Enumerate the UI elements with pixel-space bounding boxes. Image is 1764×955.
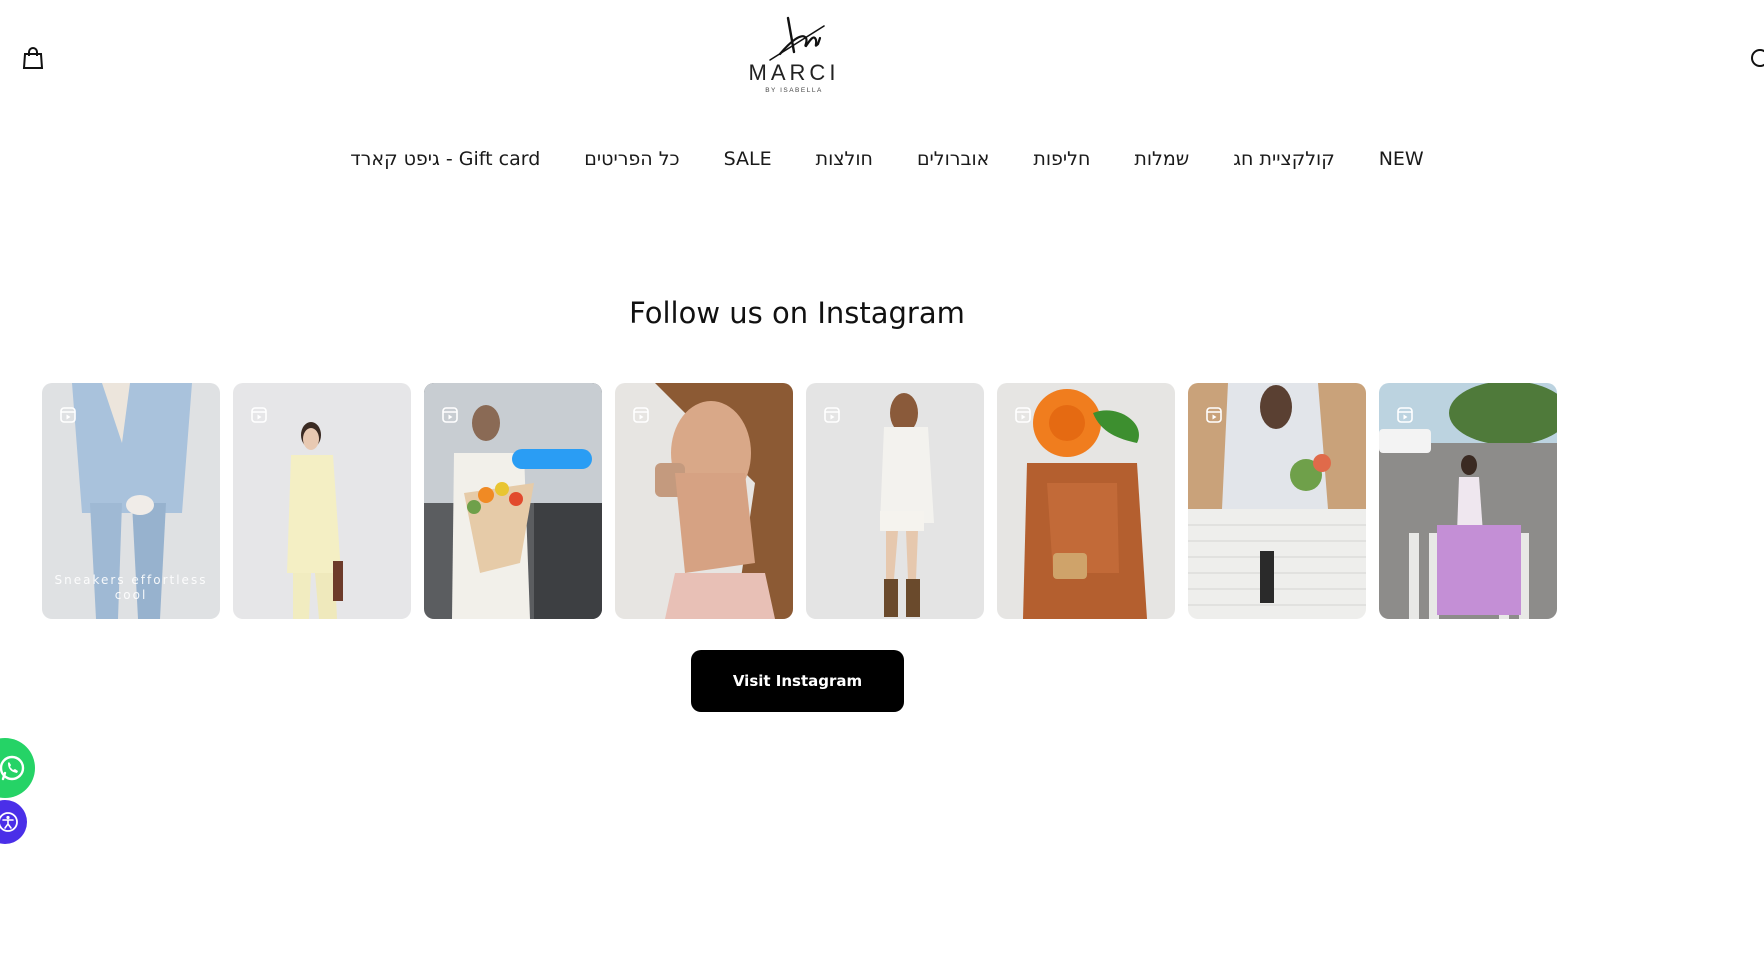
reel-icon [1397, 407, 1413, 423]
reel-icon [1015, 407, 1031, 423]
nav-item-sale[interactable]: SALE [724, 148, 772, 170]
instagram-feed: Sneakers effortless cool [42, 383, 1557, 619]
nav-item-jumpsuits[interactable]: אוברולים [917, 148, 989, 170]
instagram-post[interactable] [424, 383, 602, 619]
nav-item-new[interactable]: NEW [1379, 148, 1424, 170]
nav-item-dresses[interactable]: שמלות [1134, 148, 1189, 170]
instagram-post[interactable] [233, 383, 411, 619]
instagram-post[interactable] [997, 383, 1175, 619]
instagram-section-title: Follow us on Instagram [629, 296, 965, 330]
whatsapp-button[interactable] [0, 738, 35, 798]
instagram-post[interactable] [1379, 383, 1557, 619]
post-overlay-text: Sneakers effortless cool [54, 573, 208, 602]
main-nav: NEW קולקציית חג שמלות חליפות אוברולים חו… [0, 148, 1764, 170]
nav-item-all-items[interactable]: כל הפריטים [584, 148, 679, 170]
accessibility-button[interactable] [0, 800, 27, 844]
search-icon [1751, 49, 1764, 67]
logo-signature-icon [769, 16, 825, 61]
logo-wordmark: MARCI [748, 60, 840, 85]
instagram-post[interactable] [806, 383, 984, 619]
whatsapp-icon [0, 755, 25, 781]
reel-icon [1206, 407, 1222, 423]
nav-item-gift-card[interactable]: גיפט קארד - Gift card [350, 148, 540, 170]
brand-logo[interactable]: MARCI BY ISABELLA [734, 12, 854, 112]
nav-item-shirts[interactable]: חולצות [816, 148, 873, 170]
visit-instagram-button[interactable]: Visit Instagram [691, 650, 904, 712]
reel-icon [442, 407, 458, 423]
reel-icon [824, 407, 840, 423]
accessibility-icon [0, 812, 18, 832]
reel-icon [60, 407, 76, 423]
reel-icon [633, 407, 649, 423]
instagram-post[interactable] [615, 383, 793, 619]
reel-icon [251, 407, 267, 423]
cart-button[interactable] [22, 46, 46, 72]
search-button[interactable] [1748, 48, 1764, 70]
shopping-bag-icon [22, 47, 44, 69]
logo-subtitle: BY ISABELLA [765, 87, 823, 94]
instagram-post[interactable]: Sneakers effortless cool [42, 383, 220, 619]
nav-item-suits[interactable]: חליפות [1033, 148, 1090, 170]
nav-item-holiday-collection[interactable]: קולקציית חג [1233, 148, 1334, 170]
instagram-post[interactable] [1188, 383, 1366, 619]
